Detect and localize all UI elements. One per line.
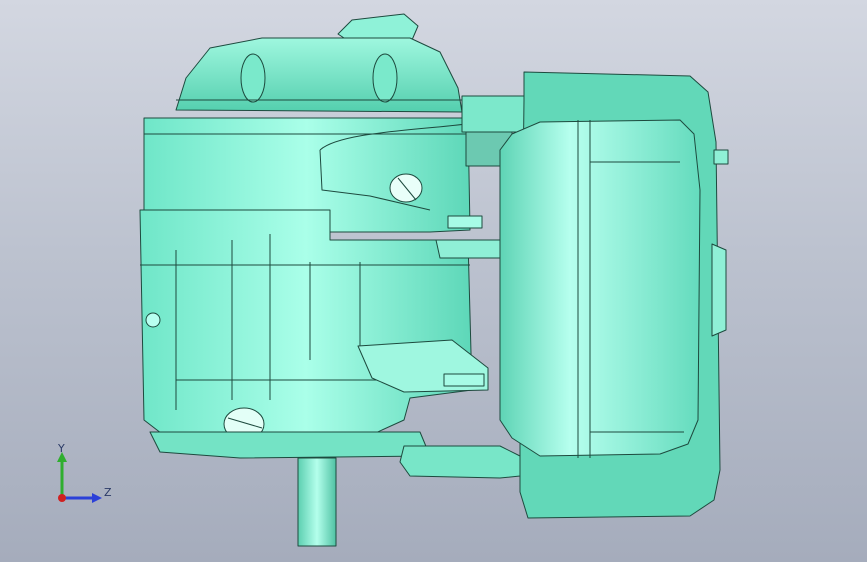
cad-viewport[interactable]: Y Z [0, 0, 867, 562]
air-cleaner-dome [175, 37, 463, 113]
axis-z-label: Z [104, 486, 112, 499]
crankcase [139, 209, 473, 445]
engine-model[interactable] [0, 0, 867, 562]
output-shaft [297, 457, 337, 547]
axis-y-label: Y [58, 442, 65, 455]
blower-cover [499, 119, 701, 457]
exhaust-tube [399, 445, 521, 479]
mount-hole [145, 312, 161, 328]
sump [149, 431, 431, 459]
